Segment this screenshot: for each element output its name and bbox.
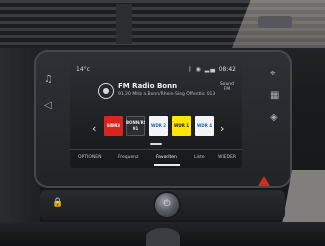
lock-icon[interactable]: 🔒	[52, 198, 63, 208]
favorites-row: ‹ SWR3 BONN/RS 91 WDR 2 WDR 1 WDR 4 ›	[70, 114, 242, 142]
car-dashboard-photo: ♫ ◁ ⌖ ▦ ◈ 14°c ᛒ ◉ ▂▄ 08:42 FM Radio Bon…	[0, 0, 325, 246]
preset-wdr2[interactable]: WDR 2	[149, 116, 168, 136]
vent-clip	[258, 16, 292, 28]
phone-icon[interactable]: ◁	[44, 100, 52, 111]
power-icon: ⏻	[163, 199, 171, 209]
tab-frequenz[interactable]: Frequenz	[118, 155, 138, 160]
climate-knob[interactable]	[146, 228, 180, 246]
hazard-button[interactable]	[258, 176, 270, 188]
tab-optionen[interactable]: OPTIONEN	[78, 155, 101, 160]
temperature-readout: 14°c	[76, 66, 90, 73]
tab-favoriten[interactable]: Favoriten	[156, 155, 177, 160]
nav-pin-icon[interactable]: ⌖	[270, 68, 276, 79]
preset-bonn-rs[interactable]: BONN/RS 91	[126, 116, 145, 136]
tab-liste[interactable]: Liste	[194, 155, 205, 160]
preset-wdr4[interactable]: WDR 4	[195, 116, 214, 136]
now-playing: FM Radio Bonn 91,20 MHz a.Bonn/Rhein-Sie…	[76, 78, 236, 106]
car-settings-icon[interactable]: ◈	[270, 112, 278, 123]
status-icons: ᛒ ◉ ▂▄	[188, 66, 216, 73]
volume-knob[interactable]: ⏻	[155, 193, 179, 217]
chevron-right-icon[interactable]: ›	[220, 122, 224, 135]
tab-wieder[interactable]: WIEDER	[218, 155, 236, 160]
music-note-icon[interactable]: ♫	[44, 74, 53, 85]
preset-swr3[interactable]: SWR3	[104, 116, 123, 136]
page-indicator	[150, 143, 162, 145]
station-details: 91,20 MHz a.Bonn/Rhein-Sieg Öffentlic 01…	[118, 92, 216, 97]
bottom-tabs: OPTIONEN Frequenz Favoriten Liste WIEDER	[70, 149, 242, 168]
touchscreen: 14°c ᛒ ◉ ▂▄ 08:42 FM Radio Bonn 91,20 MH…	[70, 62, 242, 168]
status-bar: 14°c ᛒ ◉ ▂▄ 08:42	[76, 65, 236, 75]
apps-grid-icon[interactable]: ▦	[270, 90, 279, 101]
vent-divider	[116, 4, 132, 44]
chevron-left-icon[interactable]: ‹	[92, 122, 96, 135]
clock: 08:42	[218, 66, 236, 73]
station-name: FM Radio Bonn	[118, 82, 178, 90]
radio-icon	[98, 83, 114, 99]
sound-fm-button[interactable]: Sound FM	[220, 82, 234, 92]
preset-wdr1[interactable]: WDR 1	[172, 116, 191, 136]
active-tab-underline	[154, 164, 180, 166]
